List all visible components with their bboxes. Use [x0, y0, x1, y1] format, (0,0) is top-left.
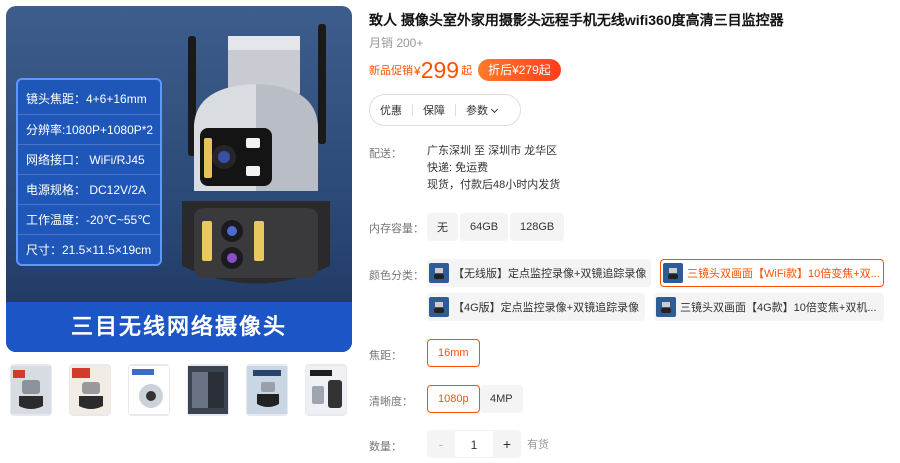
thumbnail-4[interactable] [187, 364, 229, 416]
spec-temperature: 工作温度：-20℃~55℃ [18, 204, 160, 234]
price-value: 299 [420, 57, 460, 83]
quantity-stepper: - 1 + 有货 [427, 430, 549, 458]
camera-thumbnail-icon [247, 366, 287, 414]
shipping-info: 广东深圳 至 深圳市 龙华区 快递: 免运费 现货，付款后48小时内发货 [427, 143, 560, 194]
spec-box: 镜头焦距：4+6+16mm 分辨率:1080P+1080P*2 网络接口： Wi… [16, 78, 162, 266]
resolution-option-1080p[interactable]: 1080p [427, 385, 480, 413]
color-option-thumb [429, 297, 449, 317]
memory-option-64gb[interactable]: 64GB [460, 213, 509, 241]
tab-coupons[interactable]: 优惠 [370, 102, 412, 118]
color-label: 颜色分类： [369, 270, 424, 282]
shipping-fee: 快递: 免运费 [427, 162, 489, 174]
discount-badge[interactable]: 折后¥279起 [478, 59, 561, 81]
product-title: 致人 摄像头室外家用摄影头远程手机无线wifi360度高清三目监控器 [369, 12, 784, 28]
tab-guarantee[interactable]: 保障 [413, 102, 455, 118]
color-option-wifi-basic[interactable]: 【无线版】定点监控录像+双镜追踪录像 [427, 259, 651, 287]
resolution-option-4mp[interactable]: 4MP [480, 385, 523, 413]
spec-network: 网络接口： WiFi/RJ45 [18, 144, 160, 174]
resolution-label: 清晰度： [369, 396, 413, 408]
spec-resolution: 分辨率:1080P+1080P*2 [18, 114, 160, 144]
spec-size: 尺寸：21.5×11.5×19cm [18, 234, 160, 264]
info-tabs: 优惠 保障 参数 [369, 94, 521, 126]
camera-thumbnail-icon [129, 366, 169, 414]
color-option-label: 【4G版】定点监控录像+双镜追踪录像 [453, 302, 640, 314]
quantity-decrease-button[interactable]: - [427, 430, 455, 458]
camera-thumbnail-icon [70, 366, 110, 414]
tab-params-label: 参数 [466, 105, 488, 117]
camera-thumbnail-icon [188, 366, 228, 414]
color-option-thumb [656, 297, 676, 317]
main-product-image[interactable]: 镜头焦距：4+6+16mm 分辨率:1080P+1080P*2 网络接口： Wi… [6, 6, 352, 352]
color-option-label: 三镜头双画面【WiFi款】10倍变焦+双... [687, 268, 880, 280]
focal-label: 焦距： [369, 350, 402, 362]
shipping-route[interactable]: 广东深圳 至 深圳市 龙华区 [427, 143, 560, 160]
color-option-wifi-triple[interactable]: 三镜头双画面【WiFi款】10倍变焦+双... [660, 259, 884, 287]
image-banner: 三目无线网络摄像头 [6, 302, 352, 352]
thumbnail-6[interactable] [305, 364, 347, 416]
camera-illustration [182, 24, 330, 284]
memory-option-128gb[interactable]: 128GB [510, 213, 565, 241]
price-row: 新品促销 ¥ 299 起 折后¥279起 [369, 55, 561, 83]
color-option-4g-triple[interactable]: 三镜头双画面【4G款】10倍变焦+双机... [654, 293, 884, 321]
quantity-label: 数量： [369, 441, 402, 453]
thumbnail-3[interactable] [128, 364, 170, 416]
price-suffix: 起 [461, 65, 473, 77]
spec-focal: 镜头焦距：4+6+16mm [26, 92, 147, 106]
memory-label: 内存容量： [369, 223, 424, 235]
quantity-increase-button[interactable]: + [493, 430, 521, 458]
color-option-thumb [429, 263, 449, 283]
thumbnail-2[interactable] [69, 364, 111, 416]
shipping-dispatch: 现货，付款后48小时内发货 [427, 179, 561, 191]
memory-option-none[interactable]: 无 [427, 213, 458, 241]
chevron-down-icon [490, 105, 499, 114]
color-option-thumb [663, 263, 683, 283]
focal-option-16mm[interactable]: 16mm [427, 339, 480, 367]
monthly-sales: 月销 200+ [369, 36, 424, 50]
tab-params[interactable]: 参数 [456, 102, 507, 118]
camera-thumbnail-icon [11, 366, 51, 414]
stock-status: 有货 [527, 439, 549, 451]
color-option-4g-basic[interactable]: 【4G版】定点监控录像+双镜追踪录像 [427, 293, 645, 321]
price-label: 新品促销 [369, 65, 413, 77]
thumbnail-1[interactable] [10, 364, 52, 416]
spec-power: 电源规格： DC12V/2A [18, 174, 160, 204]
product-gallery: 镜头焦距：4+6+16mm 分辨率:1080P+1080P*2 网络接口： Wi… [6, 6, 352, 416]
color-option-label: 【无线版】定点监控录像+双镜追踪录像 [453, 268, 647, 280]
thumbnail-strip [6, 364, 352, 416]
thumbnail-5[interactable] [246, 364, 288, 416]
currency-symbol: ¥ [414, 64, 421, 78]
shipping-label: 配送： [369, 148, 402, 160]
camera-thumbnail-icon [306, 366, 346, 414]
color-option-label: 三镜头双画面【4G款】10倍变焦+双机... [680, 302, 877, 314]
quantity-input[interactable]: 1 [455, 430, 493, 458]
